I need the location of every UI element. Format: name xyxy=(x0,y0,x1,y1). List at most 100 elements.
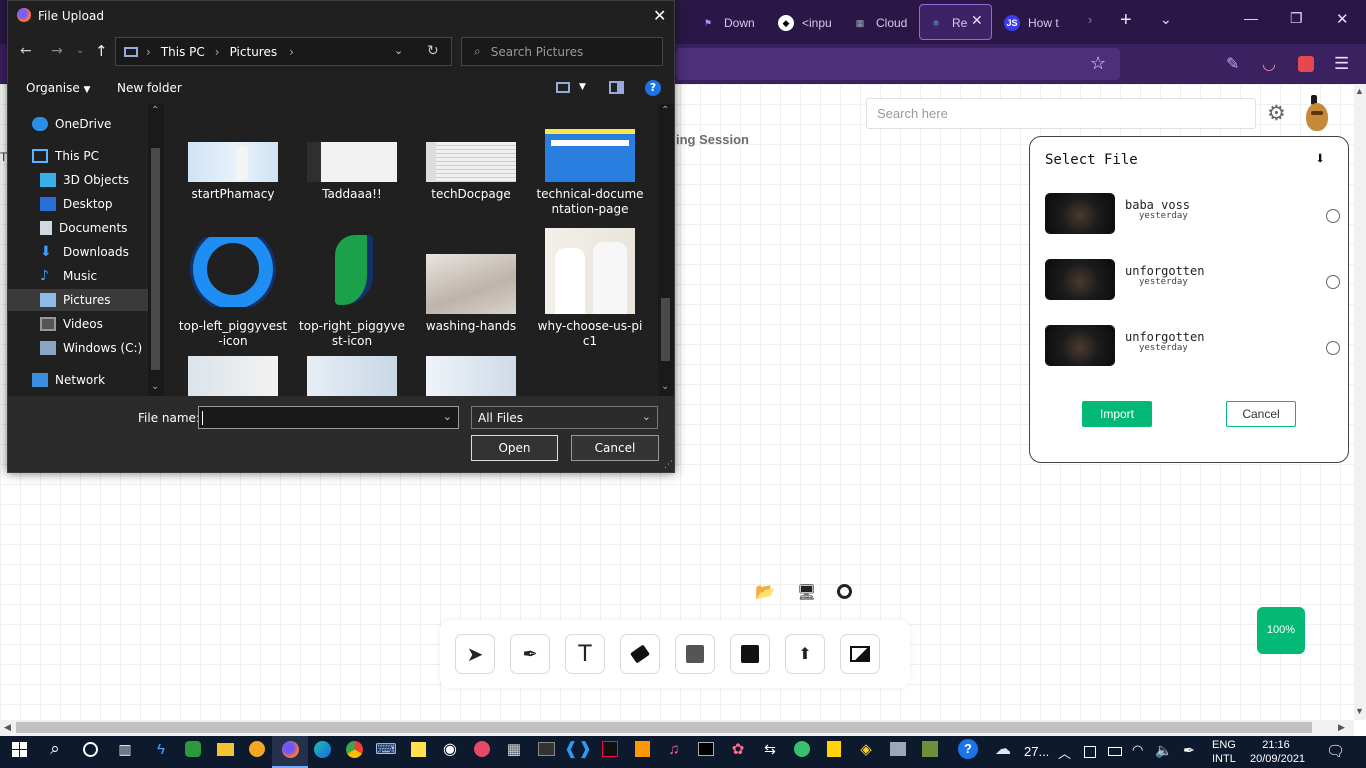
app-icon[interactable] xyxy=(791,738,813,760)
file-type-select[interactable]: All Files ⌄ xyxy=(471,406,658,429)
extension-icon[interactable] xyxy=(1298,56,1314,72)
horizontal-scroll-thumb[interactable] xyxy=(16,722,1312,733)
tab-cloud[interactable]: ▦ Cloud xyxy=(852,6,908,40)
tab-close-icon[interactable]: ✕ xyxy=(971,12,983,29)
file-label[interactable]: why-choose-us-pic1 xyxy=(535,319,645,349)
select-tool[interactable]: ➤ xyxy=(455,634,495,674)
file-thumbnail[interactable] xyxy=(307,356,397,396)
sublime-icon[interactable] xyxy=(631,738,653,760)
breadcrumb-pictures[interactable]: Pictures xyxy=(230,45,278,59)
file-label[interactable]: top-right_piggyvest-icon xyxy=(297,319,407,349)
language-indicator[interactable]: ENG INTL xyxy=(1212,738,1236,766)
app-icon[interactable] xyxy=(182,738,204,760)
notification-icon[interactable]: 🗨 xyxy=(1326,742,1345,760)
app-icon[interactable] xyxy=(246,738,268,760)
clock[interactable]: 21:16 20/09/2021 xyxy=(1250,738,1305,766)
organise-menu[interactable]: Organise ▼ xyxy=(26,81,90,95)
calculator-icon[interactable]: ▦ xyxy=(503,738,525,760)
back-arrow-icon[interactable]: ← xyxy=(20,43,32,59)
itunes-icon[interactable]: ♫ xyxy=(663,738,685,760)
console-icon[interactable] xyxy=(695,738,717,760)
nav-3d-objects[interactable]: 3D Objects xyxy=(8,169,148,191)
file-item[interactable]: unforgotten yesterday xyxy=(1045,325,1340,367)
minimize-icon[interactable]: — xyxy=(1244,10,1258,26)
file-label[interactable]: Taddaaa!! xyxy=(297,187,407,202)
nav-pictures[interactable]: Pictures xyxy=(8,289,148,311)
folder-open-icon[interactable]: 📂 xyxy=(755,582,775,602)
app-icon[interactable] xyxy=(919,738,941,760)
bookmark-star-icon[interactable]: ☆ xyxy=(1090,53,1106,74)
resize-grip-icon[interactable]: ⋰ xyxy=(664,460,673,470)
app-icon[interactable]: ◈ xyxy=(855,738,877,760)
file-radio[interactable] xyxy=(1326,275,1340,289)
refresh-icon[interactable]: ↻ xyxy=(427,43,439,59)
nav-videos[interactable]: Videos xyxy=(8,313,148,335)
scroll-left-icon[interactable]: ◀ xyxy=(4,722,11,733)
preview-pane-icon[interactable] xyxy=(609,81,624,94)
file-item[interactable]: unforgotten yesterday xyxy=(1045,259,1340,301)
keyboard-icon[interactable]: ⌨ xyxy=(375,738,397,760)
file-thumbnail[interactable] xyxy=(426,142,516,182)
chrome-icon[interactable] xyxy=(343,738,365,760)
file-thumbnail[interactable] xyxy=(188,356,278,396)
recent-chevron-icon[interactable]: ⌄ xyxy=(76,45,84,56)
view-options-icon[interactable] xyxy=(556,82,570,93)
nav-desktop[interactable]: Desktop xyxy=(8,193,148,215)
new-folder-button[interactable]: New folder xyxy=(117,81,182,95)
view-chevron-icon[interactable]: ▼ xyxy=(579,82,586,92)
settings-gear-icon[interactable]: ⚙ xyxy=(1267,101,1286,126)
nav-network[interactable]: Network xyxy=(8,369,148,391)
tab-js[interactable]: JS How t xyxy=(1004,6,1064,40)
pen-icon[interactable]: ✒ xyxy=(1183,742,1195,759)
forward-arrow-icon[interactable]: → xyxy=(51,43,63,59)
app-search-input[interactable]: Search here xyxy=(866,98,1256,129)
file-label[interactable]: techDocpage xyxy=(416,187,526,202)
zoom-badge[interactable]: 100% xyxy=(1257,607,1305,654)
import-button[interactable]: Import xyxy=(1082,401,1152,427)
file-label[interactable]: startPhamacy xyxy=(178,187,288,202)
file-name-chevron-icon[interactable]: ⌄ xyxy=(443,410,452,423)
breadcrumb-this-pc[interactable]: This PC xyxy=(161,45,205,59)
battery-icon[interactable] xyxy=(1108,747,1122,756)
pen-tool[interactable]: ✒ xyxy=(510,634,550,674)
nav-downloads[interactable]: ⬇ Downloads xyxy=(8,241,148,263)
file-thumbnail[interactable] xyxy=(188,237,278,307)
windows-start-icon[interactable] xyxy=(8,738,30,760)
weather-temp[interactable]: 27... xyxy=(1024,744,1049,759)
wifi-icon[interactable]: ◠ xyxy=(1132,742,1143,758)
app-icon[interactable]: ✿ xyxy=(727,738,749,760)
tab-input[interactable]: ◆ <inpu xyxy=(778,6,834,40)
up-arrow-icon[interactable]: ↑ xyxy=(95,42,108,60)
cancel-button[interactable]: Cancel xyxy=(1226,401,1296,427)
file-item[interactable]: baba voss yesterday xyxy=(1045,193,1340,235)
tray-app-icon[interactable] xyxy=(1084,746,1096,758)
nav-documents[interactable]: Documents xyxy=(8,217,148,239)
file-thumbnail[interactable] xyxy=(426,356,516,396)
text-tool[interactable]: T xyxy=(565,634,605,674)
help-icon[interactable]: ? xyxy=(957,738,979,760)
volume-icon[interactable]: 🔈 xyxy=(1155,742,1172,759)
scroll-up-icon[interactable]: ▲ xyxy=(1355,86,1364,96)
file-thumbnail[interactable] xyxy=(188,142,278,182)
pocket-icon[interactable]: ◡ xyxy=(1262,54,1276,74)
tab-react[interactable]: ⚛Rea xyxy=(928,6,968,40)
file-label[interactable]: top-left_piggyvest-icon xyxy=(178,319,288,349)
nav-scroll-thumb[interactable] xyxy=(151,148,160,370)
tab-down[interactable]: ⚑ Down xyxy=(700,6,758,40)
terminal-icon[interactable] xyxy=(535,738,557,760)
sticky-notes-icon[interactable] xyxy=(407,738,429,760)
app-icon[interactable]: ⇆ xyxy=(759,738,781,760)
tray-chevron-icon[interactable]: ︿ xyxy=(1058,743,1071,762)
app-icon[interactable] xyxy=(823,738,845,760)
cortana-icon[interactable] xyxy=(79,738,101,760)
app-icon[interactable] xyxy=(887,738,909,760)
restore-icon[interactable]: ❐ xyxy=(1290,10,1303,27)
help-icon[interactable]: ? xyxy=(645,80,661,96)
vertical-scrollbar[interactable] xyxy=(1354,84,1366,720)
file-label[interactable]: washing-hands xyxy=(416,319,526,334)
monitor-icon[interactable]: 🖥 xyxy=(797,583,816,601)
file-thumbnail[interactable] xyxy=(545,228,635,314)
firefox-icon[interactable] xyxy=(279,738,301,760)
file-thumbnail[interactable] xyxy=(426,254,516,314)
file-thumbnail[interactable] xyxy=(307,227,397,310)
